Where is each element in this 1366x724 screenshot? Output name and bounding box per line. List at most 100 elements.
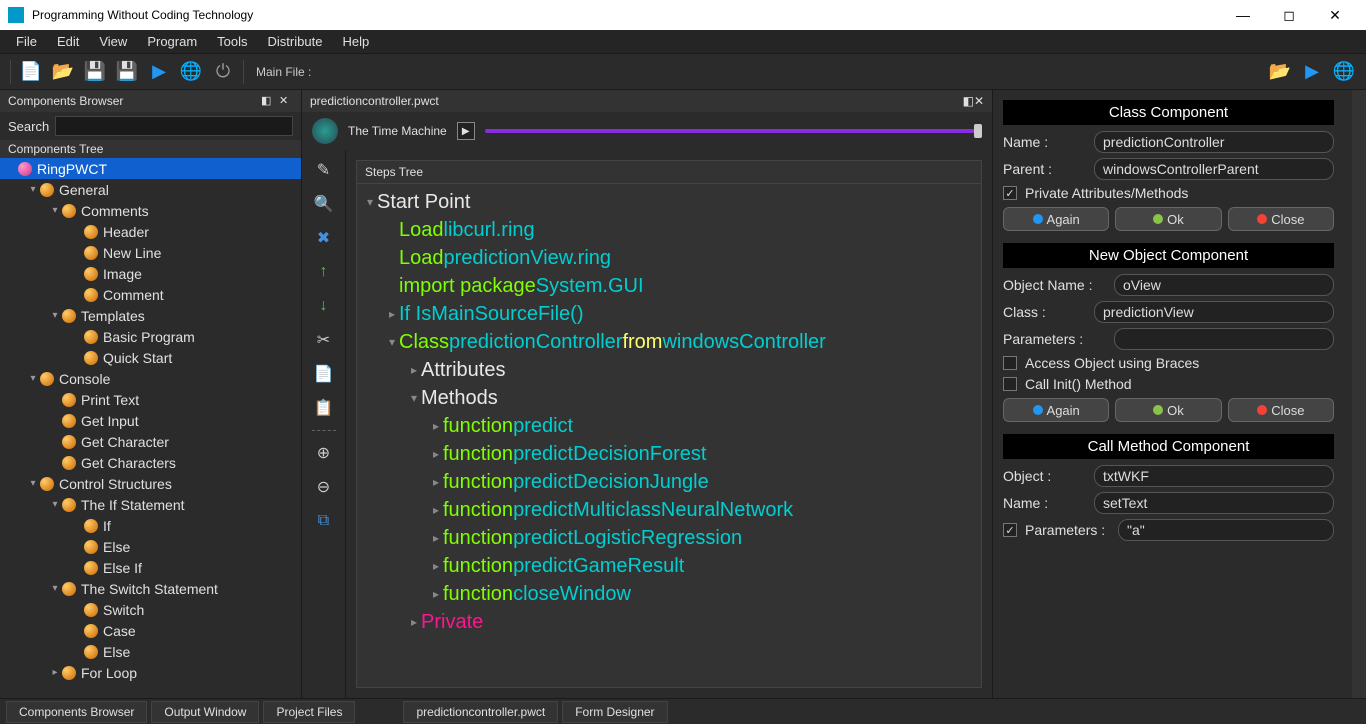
step-row[interactable]: ▸Private [357,608,981,636]
tree-item[interactable]: ▾Comments [0,200,301,221]
cut-cross-icon[interactable]: ✖ [312,226,336,250]
tree-item[interactable]: Get Input [0,410,301,431]
method-params-input[interactable] [1118,519,1334,541]
tree-item[interactable]: RingPWCT [0,158,301,179]
bottom-tab[interactable]: Components Browser [6,701,147,723]
bottom-tab[interactable]: Form Designer [562,701,667,723]
tree-item[interactable]: ▾Control Structures [0,473,301,494]
tree-item[interactable]: Else [0,536,301,557]
step-row[interactable]: ▸If IsMainSourceFile() [357,300,981,328]
step-row[interactable]: ▸function predictLogisticRegression [357,524,981,552]
move-down-icon[interactable]: ↓ [312,294,336,318]
tree-item[interactable]: If [0,515,301,536]
cut-icon[interactable]: ✂ [312,328,336,352]
file-tab-label[interactable]: predictioncontroller.pwct [310,94,439,108]
time-machine-play-button[interactable]: ▶ [457,122,475,140]
menu-file[interactable]: File [6,31,47,52]
tree-item[interactable]: Else [0,641,301,662]
play-icon[interactable]: ▶ [1298,58,1326,86]
menu-help[interactable]: Help [332,31,379,52]
editor-close-icon[interactable]: ✕ [974,94,984,108]
tree-item[interactable]: ▸For Loop [0,662,301,683]
globe-icon[interactable]: 🌐 [177,58,205,86]
object-class-input[interactable] [1094,301,1334,323]
object-again-button[interactable]: Again [1003,398,1109,422]
search-icon[interactable]: 🔍 [312,192,336,216]
step-row[interactable]: Load libcurl.ring [357,216,981,244]
move-up-icon[interactable]: ↑ [312,260,336,284]
steps-tree[interactable]: ▾Start PointLoad libcurl.ringLoad predic… [357,184,981,687]
web-icon[interactable]: 🌐 [1330,58,1358,86]
bottom-tab[interactable]: predictioncontroller.pwct [403,701,558,723]
object-params-input[interactable] [1114,328,1334,350]
tree-item[interactable]: Switch [0,599,301,620]
tree-item[interactable]: ▾Console [0,368,301,389]
tree-item[interactable]: ▾The If Statement [0,494,301,515]
tree-item[interactable]: Else If [0,557,301,578]
object-close-button[interactable]: Close [1228,398,1334,422]
step-row[interactable]: ▸function predictDecisionForest [357,440,981,468]
object-name-input[interactable] [1114,274,1334,296]
tree-item[interactable]: ▾The Switch Statement [0,578,301,599]
panel-close-icon[interactable]: ✕ [279,94,293,108]
menu-view[interactable]: View [89,31,137,52]
call-init-checkbox[interactable] [1003,377,1017,391]
step-row[interactable]: ▸function predictDecisionJungle [357,468,981,496]
save-file-icon[interactable]: 💾 [81,58,109,86]
method-name-input[interactable] [1094,492,1334,514]
power-icon[interactable]: ⏻ [209,58,237,86]
class-name-input[interactable] [1094,131,1334,153]
time-machine-slider[interactable] [485,129,982,133]
class-again-button[interactable]: Again [1003,207,1109,231]
menu-tools[interactable]: Tools [207,31,257,52]
right-scrollbar[interactable] [1352,90,1366,698]
close-window-button[interactable]: ✕ [1312,7,1358,24]
class-parent-input[interactable] [1094,158,1334,180]
new-file-icon[interactable]: 📄 [17,58,45,86]
panel-detach-icon[interactable]: ◧ [261,94,275,108]
components-tree[interactable]: RingPWCT▾General▾CommentsHeaderNew LineI… [0,158,301,698]
private-checkbox[interactable]: ✓ [1003,186,1017,200]
tree-item[interactable]: Comment [0,284,301,305]
menu-distribute[interactable]: Distribute [258,31,333,52]
edit-icon[interactable]: ✎ [312,158,336,182]
bottom-tab[interactable]: Project Files [263,701,355,723]
tree-item[interactable]: Image [0,263,301,284]
class-ok-button[interactable]: Ok [1115,207,1221,231]
step-row[interactable]: Load predictionView.ring [357,244,981,272]
editor-detach-icon[interactable]: ◧ [963,94,974,108]
step-row[interactable]: ▾Class predictionController from windows… [357,328,981,356]
run-icon[interactable]: ▶ [145,58,173,86]
step-row[interactable]: ▸Attributes [357,356,981,384]
step-row[interactable]: ▾Start Point [357,188,981,216]
tree-item[interactable]: Header [0,221,301,242]
copy-icon[interactable]: 📄 [312,362,336,386]
menu-program[interactable]: Program [137,31,207,52]
popout-icon[interactable]: ⧉ [312,509,336,533]
maximize-button[interactable]: ◻ [1266,7,1312,24]
step-row[interactable]: ▸function predict [357,412,981,440]
tree-item[interactable]: Get Characters [0,452,301,473]
tree-item[interactable]: ▾Templates [0,305,301,326]
step-row[interactable]: ▾Methods [357,384,981,412]
method-object-input[interactable] [1094,465,1334,487]
method-params-checkbox[interactable]: ✓ [1003,523,1017,537]
save-all-icon[interactable]: 💾 [113,58,141,86]
menu-edit[interactable]: Edit [47,31,89,52]
object-ok-button[interactable]: Ok [1115,398,1221,422]
tree-item[interactable]: Print Text [0,389,301,410]
open-folder-icon[interactable]: 📂 [1266,58,1294,86]
tree-item[interactable]: Basic Program [0,326,301,347]
step-row[interactable]: ▸function predictGameResult [357,552,981,580]
zoom-out-icon[interactable]: ⊖ [312,475,336,499]
class-close-button[interactable]: Close [1228,207,1334,231]
open-file-icon[interactable]: 📂 [49,58,77,86]
tree-item[interactable]: Get Character [0,431,301,452]
tree-item[interactable]: New Line [0,242,301,263]
step-row[interactable]: ▸function closeWindow [357,580,981,608]
tree-item[interactable]: ▾General [0,179,301,200]
tree-item[interactable]: Case [0,620,301,641]
tree-item[interactable]: Quick Start [0,347,301,368]
bottom-tab[interactable]: Output Window [151,701,259,723]
search-input[interactable] [55,116,293,136]
